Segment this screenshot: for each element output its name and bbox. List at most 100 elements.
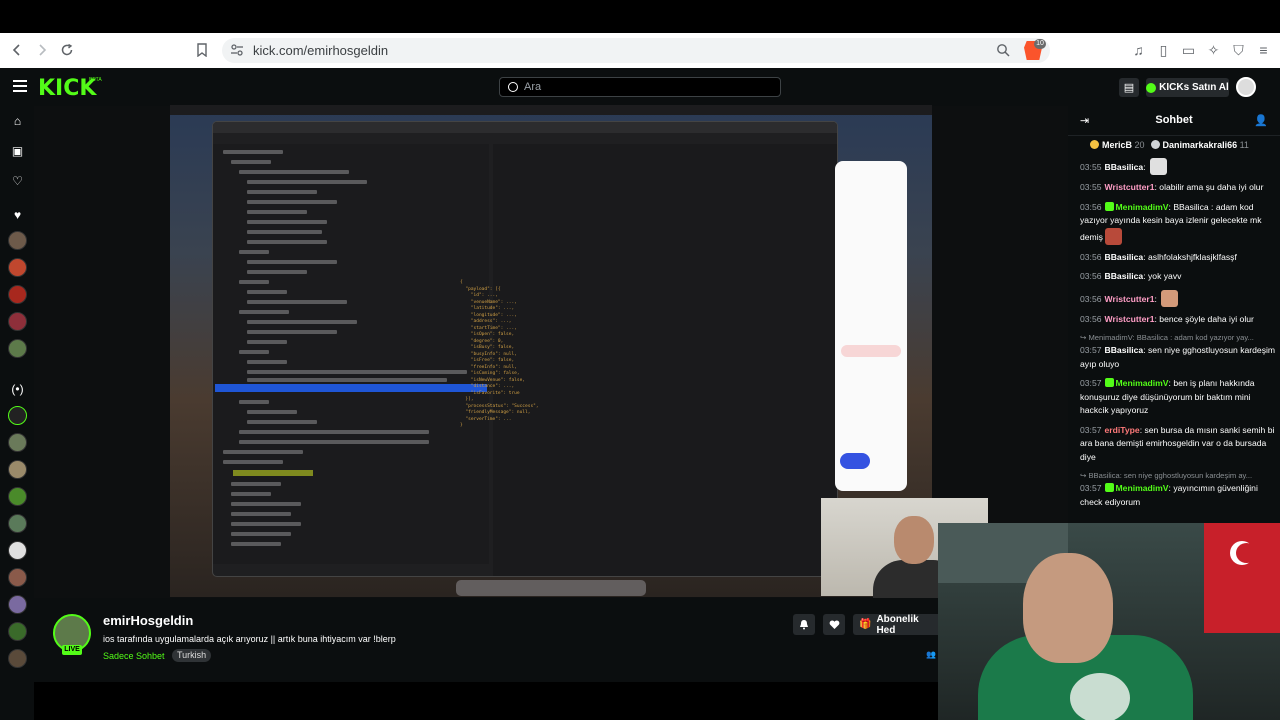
followed-channel-avatar[interactable] xyxy=(8,339,27,358)
chat-reply-preview[interactable]: ↪ BBasilica: sen niye gghostluyosun kard… xyxy=(1080,470,1276,482)
recommended-channel-avatar[interactable] xyxy=(8,406,27,425)
message-username[interactable]: BBasilica xyxy=(1105,162,1144,172)
recommended-channel-avatar[interactable] xyxy=(8,460,27,479)
chat-emote-icon xyxy=(1161,289,1179,307)
gifter-medal-icon xyxy=(1150,140,1160,149)
message-timestamp: 03:57 xyxy=(1080,424,1102,435)
message-username[interactable]: Wristcutter1 xyxy=(1105,314,1155,324)
message-username[interactable]: MenimadimV xyxy=(1116,483,1169,493)
message-username[interactable]: BBasilica xyxy=(1105,345,1144,355)
followed-channel-avatar[interactable] xyxy=(8,231,27,250)
ios-simulator-screen xyxy=(835,161,907,491)
top-gifter[interactable]: Danimarkakrali66 11 xyxy=(1150,140,1249,150)
chat-users-icon[interactable]: 👤 xyxy=(1254,114,1268,127)
message-timestamp: 03:56 xyxy=(1080,293,1102,304)
chat-message: 03:56 MenimadimV: BBasilica : adam kod ya… xyxy=(1080,201,1276,245)
recommended-channel-avatar[interactable] xyxy=(8,541,27,560)
wallet-icon[interactable]: ▭ xyxy=(1180,39,1197,61)
zoom-icon[interactable] xyxy=(996,43,1010,57)
search-input[interactable]: Ara xyxy=(499,77,781,97)
recommended-channel-avatar[interactable] xyxy=(8,433,27,452)
chat-message: 03:57 erdiType: sen bursa da mısın sanki … xyxy=(1080,424,1276,465)
stream-category[interactable]: Sadece Sohbet xyxy=(103,651,165,661)
message-username[interactable]: BBasilica xyxy=(1105,252,1144,262)
gifter-count: 20 xyxy=(1132,140,1145,150)
message-timestamp: 03:57 xyxy=(1080,483,1102,493)
gifter-medal-icon xyxy=(1090,140,1099,149)
message-timestamp: 03:55 xyxy=(1080,162,1102,172)
follow-heart-icon[interactable] xyxy=(823,614,845,635)
browser-toolbar: kick.com/emirhosgeldin 10 ♫ ▯ ▭ ✧ ⛉ ≡ xyxy=(0,33,1280,68)
live-badge: LIVE xyxy=(62,645,82,655)
menu-icon[interactable]: ≡ xyxy=(1255,39,1272,61)
channel-name[interactable]: emirHosgeldin xyxy=(103,613,193,628)
message-text: bence şöyle daha iyi olur xyxy=(1159,313,1254,324)
app-request-tree xyxy=(213,144,489,564)
stream-tag[interactable]: Turkish xyxy=(172,649,212,662)
video-player[interactable]: { "payload": [{ "id": ..., "venueName": … xyxy=(170,105,932,597)
message-timestamp: 03:57 xyxy=(1080,378,1102,388)
forward-arrow-icon[interactable] xyxy=(29,37,55,63)
vpn-shield-icon[interactable]: ⛉ xyxy=(1230,39,1247,61)
recommended-channel-avatar[interactable] xyxy=(8,514,27,533)
home-icon[interactable]: ⌂ xyxy=(10,114,25,129)
recommended-channel-avatar[interactable] xyxy=(8,568,27,587)
followed-channel-avatar[interactable] xyxy=(8,258,27,277)
followed-channel-avatar[interactable] xyxy=(8,285,27,304)
url-text: kick.com/emirhosgeldin xyxy=(253,43,389,58)
buy-kicks-label: KICKs Satın Al xyxy=(1159,82,1229,93)
simulator-button xyxy=(840,453,870,469)
kicks-coin-icon xyxy=(1146,82,1157,93)
message-username[interactable]: MenimadimV xyxy=(1116,378,1169,388)
chat-emote-icon xyxy=(1104,227,1122,245)
gifter-name: MericB xyxy=(1102,140,1133,150)
hamburger-menu-icon[interactable] xyxy=(13,80,27,92)
recommended-channel-avatar[interactable] xyxy=(8,595,27,614)
browse-icon[interactable]: ▣ xyxy=(10,144,25,159)
dashboard-icon[interactable]: ▤ xyxy=(1119,78,1139,97)
message-username[interactable]: BBasilica xyxy=(1105,271,1144,281)
screen-share-menubar xyxy=(170,105,932,115)
message-username[interactable]: erdiType xyxy=(1105,425,1140,435)
user-avatar[interactable] xyxy=(1236,77,1256,97)
gift-subscription-button[interactable]: 🎁 Abonelik Hed xyxy=(853,614,938,636)
reload-icon[interactable] xyxy=(54,37,80,63)
gifter-count: 11 xyxy=(1237,140,1249,150)
chat-message: 03:55 BBasilica: xyxy=(1080,158,1276,175)
subscriber-badge-icon xyxy=(1104,483,1114,492)
chat-message: 03:56 Wristcutter1: bence şöyle daha iyi … xyxy=(1080,313,1276,327)
followed-heart-icon: ♥ xyxy=(13,208,22,222)
music-note-icon[interactable]: ♫ xyxy=(1130,39,1147,61)
notification-bell-icon[interactable] xyxy=(793,614,815,635)
message-username[interactable]: MenimadimV xyxy=(1116,202,1169,212)
message-username[interactable]: Wristcutter1 xyxy=(1105,182,1155,192)
bookmark-icon[interactable] xyxy=(189,37,215,63)
chat-message: 03:55 Wristcutter1: olabilir ama şu daha … xyxy=(1080,181,1276,195)
reply-text: BBasilica: sen niye gghostluyosun kardeş… xyxy=(1088,471,1253,480)
recommended-channel-avatar[interactable] xyxy=(8,487,27,506)
sparkle-icon[interactable]: ✧ xyxy=(1205,39,1222,61)
chat-message: 03:57 MenimadimV: ben iş planı hakkında k… xyxy=(1080,377,1276,418)
following-heart-icon[interactable]: ♡ xyxy=(10,174,25,189)
message-username[interactable]: Wristcutter1 xyxy=(1105,294,1155,304)
recommended-channel-avatar[interactable] xyxy=(8,649,27,668)
stream-title: ios tarafında uygulamalarda açık arıyoru… xyxy=(103,634,396,644)
channel-info-bar: LIVE emirHosgeldin ios tarafında uygulam… xyxy=(34,598,938,682)
site-settings-icon[interactable] xyxy=(230,43,244,57)
back-arrow-icon[interactable] xyxy=(4,37,30,63)
selected-tree-row xyxy=(215,384,487,392)
kick-logo[interactable]: KICK xyxy=(38,76,96,101)
address-bar[interactable]: kick.com/emirhosgeldin 10 xyxy=(222,38,1050,63)
top-gifters-bar: MericB 20 Danimarkakrali66 11 xyxy=(1090,140,1249,150)
chat-reply-preview[interactable]: ↪ MenimadimV: BBasilica : adam kod yazıy… xyxy=(1080,332,1276,344)
followed-channel-avatar[interactable] xyxy=(8,312,27,331)
subscriber-badge-icon xyxy=(1104,201,1114,211)
top-gifter[interactable]: MericB 20 xyxy=(1090,140,1145,150)
chat-title: Sohbet xyxy=(1155,114,1193,126)
app-window-titlebar xyxy=(213,122,837,133)
buy-kicks-button[interactable]: KICKs Satın Al xyxy=(1146,78,1229,97)
sidebar-icon[interactable]: ▯ xyxy=(1155,39,1172,61)
highlighted-tree-row xyxy=(233,470,313,476)
message-timestamp: 03:57 xyxy=(1080,345,1102,355)
recommended-channel-avatar[interactable] xyxy=(8,622,27,641)
